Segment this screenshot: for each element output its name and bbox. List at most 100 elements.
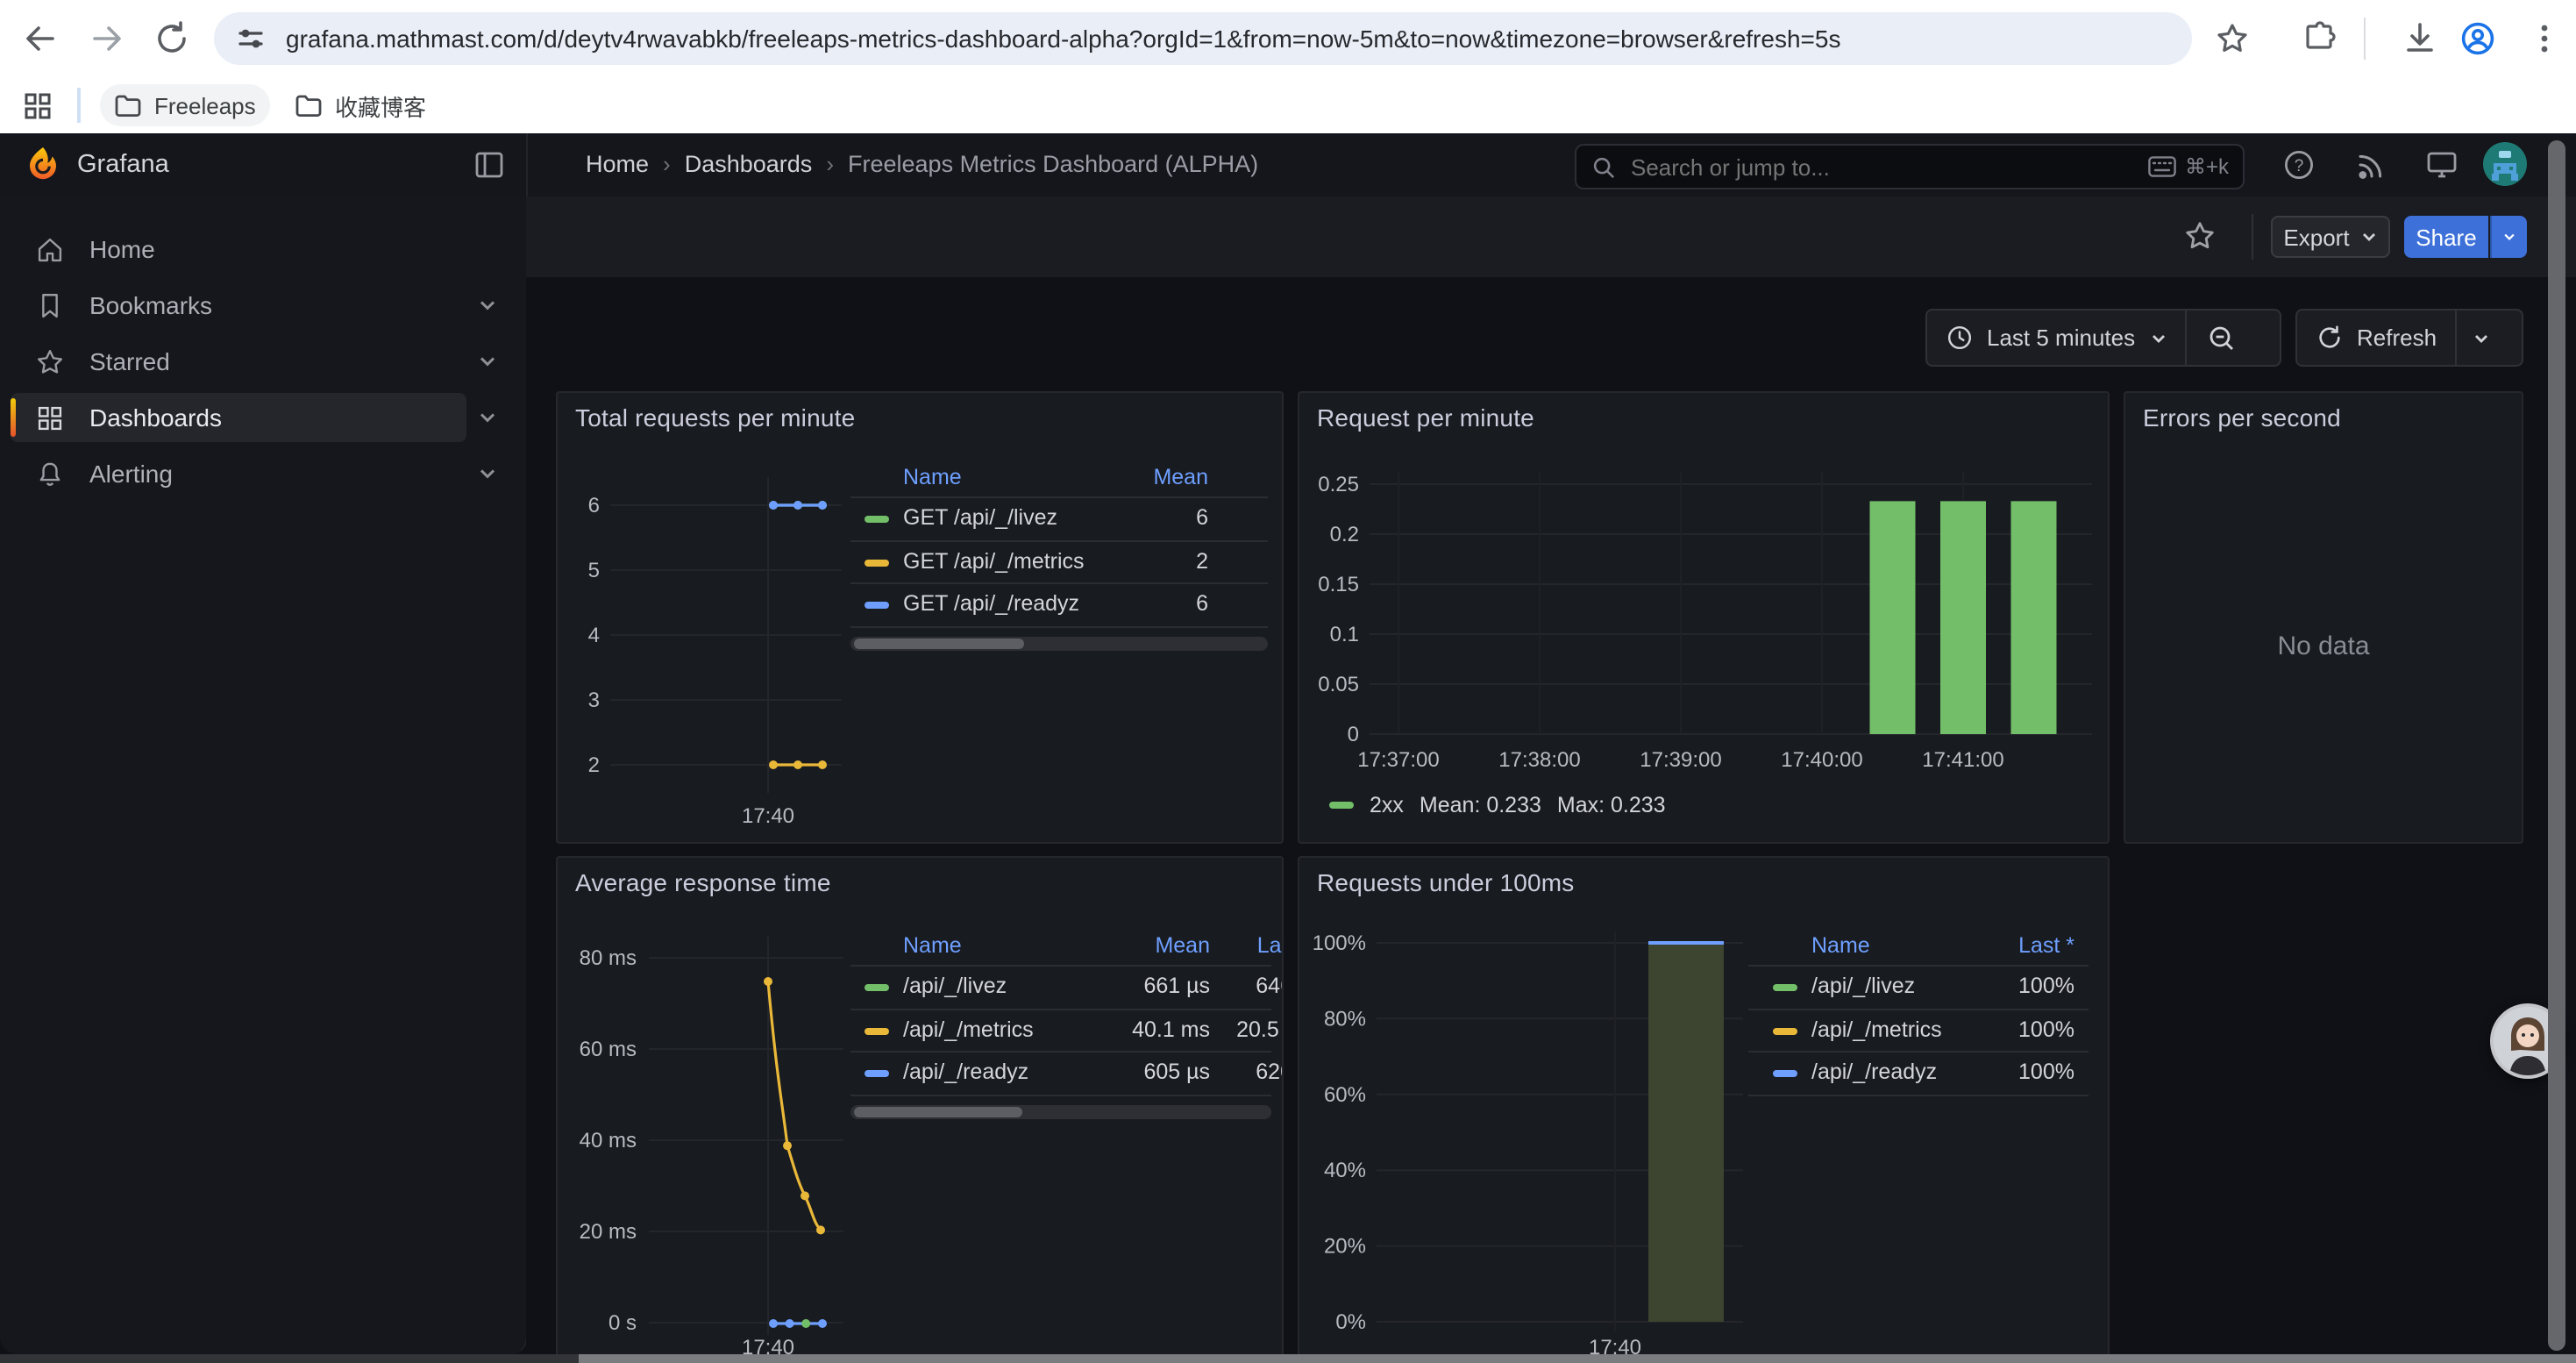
sidebar-item-bookmarks[interactable]: Bookmarks [11, 281, 466, 330]
legend-row[interactable]: GET /api/_/metrics2 [850, 541, 1268, 584]
divider [2252, 214, 2253, 260]
series-value: 6 [1196, 505, 1208, 530]
chevron-down-icon[interactable] [477, 295, 498, 316]
grafana-logo[interactable] [25, 146, 61, 184]
legend-scrollbar-thumb[interactable] [854, 638, 1024, 648]
series-name[interactable]: GET /api/_/livez [903, 505, 1057, 530]
divider [2454, 310, 2456, 365]
series-name[interactable]: /api/_/readyz [903, 1060, 1028, 1084]
sidebar-item-alerting[interactable]: Alerting [11, 449, 466, 498]
share-button[interactable]: Share [2404, 216, 2488, 258]
series-name[interactable]: /api/_/livez [1811, 974, 1915, 998]
panel-title[interactable]: Total requests per minute [575, 403, 855, 432]
legend-column-header[interactable]: Las [1257, 933, 1284, 958]
back-icon[interactable] [21, 19, 60, 58]
bookmark-item[interactable]: 收藏博客 [281, 84, 440, 126]
series-swatch [1773, 1070, 1797, 1077]
legend-column-header[interactable]: Last * [2018, 933, 2074, 958]
breadcrumb-item[interactable]: Dashboards [685, 151, 813, 177]
y-axis-tick: 5 [588, 559, 600, 582]
legend-row[interactable]: /api/_/metrics100% [1748, 1010, 2089, 1053]
legend-row[interactable]: /api/_/readyz605 µs620 [850, 1053, 1271, 1095]
series-swatch [865, 602, 889, 609]
series-name[interactable]: /api/_/metrics [1811, 1017, 1942, 1041]
sidebar-item-starred[interactable]: Starred [11, 337, 466, 386]
download-icon[interactable] [2401, 19, 2439, 58]
apps-grid-icon[interactable] [23, 91, 53, 121]
share-dropdown-button[interactable] [2490, 216, 2527, 258]
series-name[interactable]: /api/_/readyz [1811, 1060, 1937, 1084]
profile-icon[interactable] [2459, 19, 2497, 58]
user-avatar[interactable] [2483, 142, 2527, 186]
chevron-down-icon[interactable] [477, 407, 498, 428]
legend-row[interactable]: /api/_/metrics40.1 ms20.5 r [850, 1010, 1271, 1053]
sidebar-item-dashboards[interactable]: Dashboards [11, 393, 466, 442]
breadcrumb-item[interactable]: Home [586, 151, 649, 177]
forward-icon[interactable] [88, 19, 126, 58]
sidebar-item-home[interactable]: Home [11, 225, 466, 274]
series-name[interactable]: /api/_/metrics [903, 1017, 1034, 1041]
zoom-out-icon[interactable] [2207, 324, 2235, 352]
legend-column-header[interactable]: Name [1811, 933, 1870, 958]
legend-column-header[interactable]: Name [903, 933, 962, 958]
breadcrumb-separator: › [663, 151, 671, 177]
y-axis-tick: 100% [1313, 931, 1366, 955]
legend-column-header[interactable]: Name [903, 465, 962, 489]
refresh-label[interactable]: Refresh [2357, 325, 2437, 351]
chevron-down-icon[interactable] [2472, 329, 2489, 346]
news-rss-icon[interactable] [2355, 149, 2387, 181]
search-input[interactable] [1627, 152, 2148, 182]
series-name[interactable]: GET /api/_/metrics [903, 548, 1085, 573]
legend-row[interactable]: GET /api/_/readyz 6 [850, 584, 1268, 627]
clock-icon [1946, 325, 1973, 351]
chevron-down-icon[interactable] [477, 351, 498, 372]
chevron-down-icon[interactable] [2149, 329, 2167, 346]
panel-title[interactable]: Average response time [575, 868, 831, 896]
series-swatch [865, 1070, 889, 1077]
bookmark-item[interactable]: Freeleaps [100, 84, 270, 126]
vertical-scrollbar[interactable] [2548, 140, 2565, 1351]
legend-row[interactable]: GET /api/_/livez 6 [850, 498, 1268, 541]
series-name[interactable]: GET /api/_/readyz [903, 591, 1079, 616]
legend-row[interactable]: /api/_/readyz100% [1748, 1053, 2089, 1095]
browser-toolbar: grafana.mathmast.com/d/deytv4rwavabkb/fr… [0, 0, 2576, 77]
site-settings-icon[interactable] [237, 25, 265, 53]
series-value: 6 [1196, 591, 1208, 616]
x-axis-tick: 17:37:00 [1357, 748, 1439, 772]
help-icon[interactable]: ? [2283, 149, 2315, 181]
panel-title[interactable]: Requests under 100ms [1317, 868, 1575, 896]
chevron-down-icon[interactable] [477, 463, 498, 484]
horizontal-scrollbar[interactable] [579, 1354, 2576, 1363]
bookmark-star-icon[interactable] [2213, 19, 2252, 58]
y-axis-tick: 20% [1324, 1235, 1366, 1259]
export-button[interactable]: Export [2271, 216, 2390, 258]
panel-title[interactable]: Request per minute [1317, 403, 1534, 432]
series-name[interactable]: /api/_/livez [903, 974, 1007, 998]
screen: grafana.mathmast.com/d/deytv4rwavabkb/fr… [0, 0, 2576, 1363]
y-axis-tick: 0 s [608, 1311, 637, 1335]
display-icon[interactable] [2425, 149, 2459, 181]
bookmark-label: 收藏博客 [335, 89, 426, 122]
legend-column-header[interactable]: Mean [1155, 933, 1210, 958]
legend-column-header[interactable]: Mean [1153, 465, 1208, 489]
legend-item[interactable]: 2xx Mean: 0.233 Max: 0.233 [1329, 793, 1666, 817]
legend-row[interactable]: /api/_/livez100% [1748, 967, 2089, 1010]
panel-title[interactable]: Errors per second [2143, 403, 2341, 432]
brand-label[interactable]: Grafana [77, 151, 169, 179]
search-box[interactable]: ⌘+k [1575, 144, 2245, 189]
legend-scrollbar-thumb[interactable] [854, 1106, 1022, 1117]
legend-row[interactable]: /api/_/livez661 µs646 [850, 967, 1271, 1010]
reload-icon[interactable] [153, 19, 191, 58]
favorite-star-icon[interactable] [2183, 219, 2217, 253]
refresh-group: Refresh [2295, 309, 2523, 367]
y-axis-tick: 2 [588, 753, 600, 777]
extensions-icon[interactable] [2301, 19, 2339, 58]
y-axis-tick: 40 ms [580, 1129, 637, 1152]
url-bar[interactable]: grafana.mathmast.com/d/deytv4rwavabkb/fr… [214, 12, 2192, 65]
divider [77, 88, 81, 123]
menu-dots-icon[interactable] [2525, 19, 2564, 58]
avatar-pixel-art [2483, 142, 2527, 186]
url-text[interactable]: grafana.mathmast.com/d/deytv4rwavabkb/fr… [286, 25, 1840, 53]
time-range-label[interactable]: Last 5 minutes [1987, 325, 2135, 351]
dock-menu-icon[interactable] [473, 149, 505, 181]
